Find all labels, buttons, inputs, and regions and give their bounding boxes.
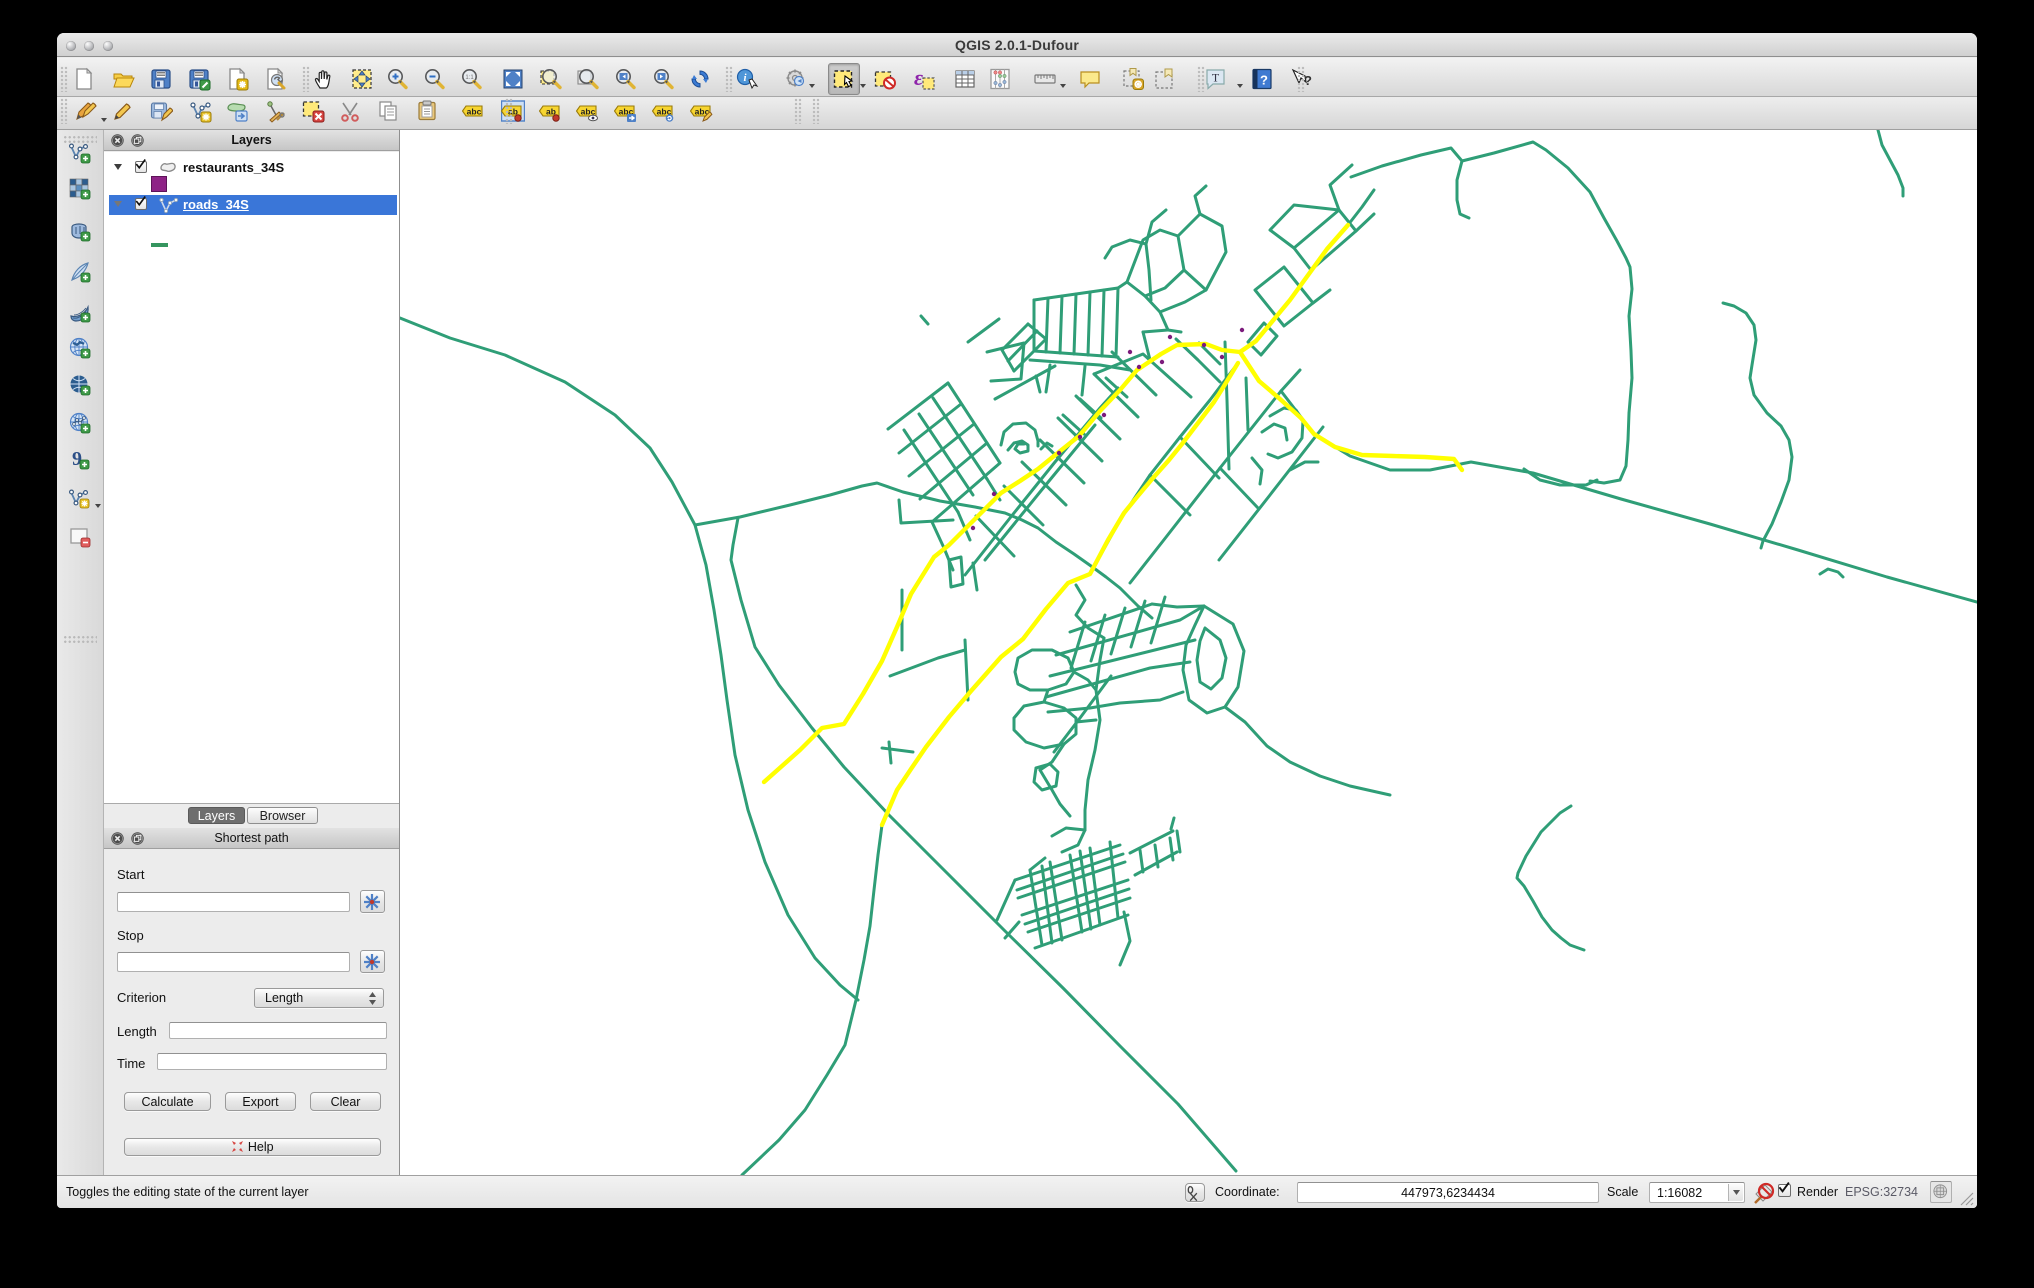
svg-text:?: ? — [1304, 73, 1312, 88]
svg-text:?: ? — [1260, 73, 1268, 88]
svg-text:T: T — [1212, 71, 1220, 85]
svg-text:ε: ε — [914, 67, 923, 90]
svg-text:abc: abc — [467, 107, 482, 117]
svg-text:1:1: 1:1 — [465, 75, 474, 81]
